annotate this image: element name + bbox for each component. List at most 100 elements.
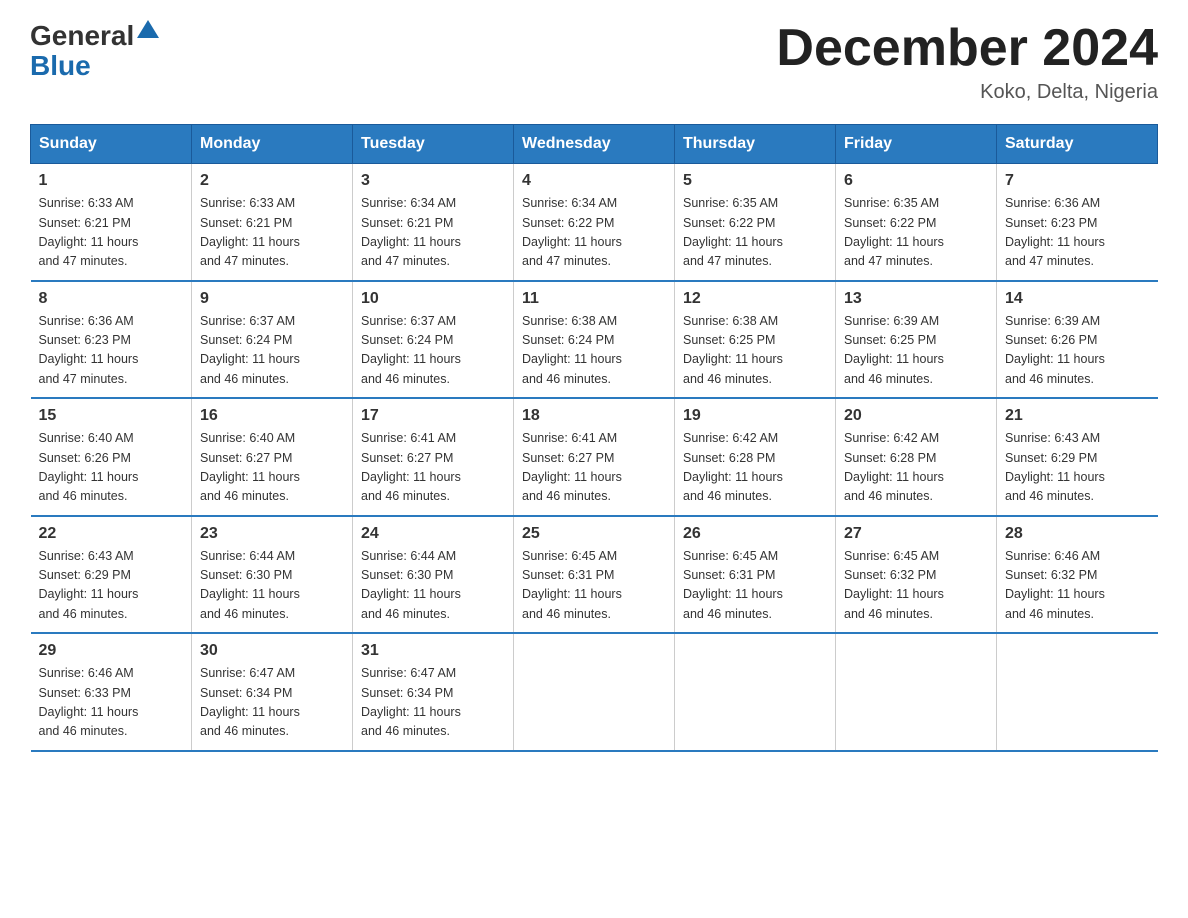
day-info: Sunrise: 6:33 AMSunset: 6:21 PMDaylight:… (39, 194, 184, 272)
day-number: 15 (39, 407, 184, 425)
day-info: Sunrise: 6:39 AMSunset: 6:25 PMDaylight:… (844, 312, 988, 390)
calendar-cell: 23 Sunrise: 6:44 AMSunset: 6:30 PMDayligh… (192, 516, 353, 634)
day-number: 16 (200, 407, 344, 425)
calendar-cell: 8 Sunrise: 6:36 AMSunset: 6:23 PMDaylight… (31, 281, 192, 399)
day-number: 29 (39, 642, 184, 660)
day-number: 13 (844, 290, 988, 308)
day-number: 30 (200, 642, 344, 660)
calendar-cell: 4 Sunrise: 6:34 AMSunset: 6:22 PMDaylight… (514, 164, 675, 281)
week-row-5: 29 Sunrise: 6:46 AMSunset: 6:33 PMDayligh… (31, 633, 1158, 751)
day-info: Sunrise: 6:41 AMSunset: 6:27 PMDaylight:… (522, 429, 666, 507)
page-header: General Blue December 2024 Koko, Delta, … (30, 20, 1158, 104)
calendar-cell: 25Sunrise: 6:45 AMSunset: 6:31 PMDayligh… (514, 516, 675, 634)
day-info: Sunrise: 6:46 AMSunset: 6:33 PMDaylight:… (39, 664, 184, 742)
header-friday: Friday (836, 125, 997, 164)
day-info: Sunrise: 6:41 AMSunset: 6:27 PMDaylight:… (361, 429, 505, 507)
day-info: Sunrise: 6:43 AMSunset: 6:29 PMDaylight:… (1005, 429, 1150, 507)
day-number: 20 (844, 407, 988, 425)
calendar-cell: 12Sunrise: 6:38 AMSunset: 6:25 PMDayligh… (675, 281, 836, 399)
title-section: December 2024 Koko, Delta, Nigeria (776, 20, 1158, 104)
logo-blue-text: Blue (30, 52, 159, 80)
calendar-cell: 31Sunrise: 6:47 AMSunset: 6:34 PMDayligh… (353, 633, 514, 751)
day-info: Sunrise: 6:38 AMSunset: 6:24 PMDaylight:… (522, 312, 666, 390)
calendar-cell: 26 Sunrise: 6:45 AMSunset: 6:31 PMDayligh… (675, 516, 836, 634)
day-number: 7 (1005, 172, 1150, 190)
day-number: 21 (1005, 407, 1150, 425)
calendar-cell: 22Sunrise: 6:43 AMSunset: 6:29 PMDayligh… (31, 516, 192, 634)
month-title: December 2024 (776, 20, 1158, 77)
day-info: Sunrise: 6:45 AMSunset: 6:31 PMDaylight:… (522, 547, 666, 625)
day-info: Sunrise: 6:37 AMSunset: 6:24 PMDaylight:… (361, 312, 505, 390)
day-info: Sunrise: 6:39 AMSunset: 6:26 PMDaylight:… (1005, 312, 1150, 390)
logo: General Blue (30, 20, 159, 80)
day-number: 12 (683, 290, 827, 308)
calendar-cell: 24Sunrise: 6:44 AMSunset: 6:30 PMDayligh… (353, 516, 514, 634)
day-info: Sunrise: 6:43 AMSunset: 6:29 PMDaylight:… (39, 547, 184, 625)
header-saturday: Saturday (997, 125, 1158, 164)
week-row-2: 8 Sunrise: 6:36 AMSunset: 6:23 PMDaylight… (31, 281, 1158, 399)
calendar-cell: 19 Sunrise: 6:42 AMSunset: 6:28 PMDayligh… (675, 398, 836, 516)
day-info: Sunrise: 6:45 AMSunset: 6:32 PMDaylight:… (844, 547, 988, 625)
day-number: 23 (200, 525, 344, 543)
day-number: 11 (522, 290, 666, 308)
calendar-header-row: SundayMondayTuesdayWednesdayThursdayFrid… (31, 125, 1158, 164)
day-info: Sunrise: 6:42 AMSunset: 6:28 PMDaylight:… (844, 429, 988, 507)
header-monday: Monday (192, 125, 353, 164)
day-number: 4 (522, 172, 666, 190)
day-info: Sunrise: 6:33 AMSunset: 6:21 PMDaylight:… (200, 194, 344, 272)
day-info: Sunrise: 6:42 AMSunset: 6:28 PMDaylight:… (683, 429, 827, 507)
day-info: Sunrise: 6:35 AMSunset: 6:22 PMDaylight:… (683, 194, 827, 272)
day-info: Sunrise: 6:34 AMSunset: 6:22 PMDaylight:… (522, 194, 666, 272)
day-number: 2 (200, 172, 344, 190)
calendar-cell: 3 Sunrise: 6:34 AMSunset: 6:21 PMDaylight… (353, 164, 514, 281)
week-row-4: 22Sunrise: 6:43 AMSunset: 6:29 PMDayligh… (31, 516, 1158, 634)
day-number: 31 (361, 642, 505, 660)
day-number: 6 (844, 172, 988, 190)
logo-general-text: General (30, 20, 134, 52)
calendar-cell: 2 Sunrise: 6:33 AMSunset: 6:21 PMDaylight… (192, 164, 353, 281)
day-info: Sunrise: 6:40 AMSunset: 6:26 PMDaylight:… (39, 429, 184, 507)
day-number: 5 (683, 172, 827, 190)
day-info: Sunrise: 6:36 AMSunset: 6:23 PMDaylight:… (39, 312, 184, 390)
day-info: Sunrise: 6:44 AMSunset: 6:30 PMDaylight:… (200, 547, 344, 625)
calendar-cell: 16Sunrise: 6:40 AMSunset: 6:27 PMDayligh… (192, 398, 353, 516)
header-thursday: Thursday (675, 125, 836, 164)
calendar-cell: 28 Sunrise: 6:46 AMSunset: 6:32 PMDayligh… (997, 516, 1158, 634)
header-wednesday: Wednesday (514, 125, 675, 164)
logo-triangle-icon (137, 20, 159, 38)
calendar-cell: 6Sunrise: 6:35 AMSunset: 6:22 PMDaylight… (836, 164, 997, 281)
day-info: Sunrise: 6:47 AMSunset: 6:34 PMDaylight:… (200, 664, 344, 742)
calendar-cell (997, 633, 1158, 751)
day-number: 27 (844, 525, 988, 543)
calendar-cell: 21 Sunrise: 6:43 AMSunset: 6:29 PMDayligh… (997, 398, 1158, 516)
calendar-cell: 27 Sunrise: 6:45 AMSunset: 6:32 PMDayligh… (836, 516, 997, 634)
calendar-cell: 17Sunrise: 6:41 AMSunset: 6:27 PMDayligh… (353, 398, 514, 516)
calendar-cell: 1Sunrise: 6:33 AMSunset: 6:21 PMDaylight… (31, 164, 192, 281)
day-info: Sunrise: 6:45 AMSunset: 6:31 PMDaylight:… (683, 547, 827, 625)
header-sunday: Sunday (31, 125, 192, 164)
day-info: Sunrise: 6:46 AMSunset: 6:32 PMDaylight:… (1005, 547, 1150, 625)
day-info: Sunrise: 6:37 AMSunset: 6:24 PMDaylight:… (200, 312, 344, 390)
location-text: Koko, Delta, Nigeria (776, 81, 1158, 104)
day-number: 3 (361, 172, 505, 190)
calendar-cell (514, 633, 675, 751)
day-number: 10 (361, 290, 505, 308)
day-info: Sunrise: 6:34 AMSunset: 6:21 PMDaylight:… (361, 194, 505, 272)
calendar-cell (675, 633, 836, 751)
calendar-cell: 18Sunrise: 6:41 AMSunset: 6:27 PMDayligh… (514, 398, 675, 516)
calendar-cell: 5 Sunrise: 6:35 AMSunset: 6:22 PMDaylight… (675, 164, 836, 281)
day-info: Sunrise: 6:44 AMSunset: 6:30 PMDaylight:… (361, 547, 505, 625)
day-number: 8 (39, 290, 184, 308)
header-tuesday: Tuesday (353, 125, 514, 164)
calendar-cell: 7Sunrise: 6:36 AMSunset: 6:23 PMDaylight… (997, 164, 1158, 281)
calendar-cell: 11 Sunrise: 6:38 AMSunset: 6:24 PMDayligh… (514, 281, 675, 399)
day-number: 14 (1005, 290, 1150, 308)
day-number: 28 (1005, 525, 1150, 543)
day-number: 26 (683, 525, 827, 543)
calendar-cell: 10 Sunrise: 6:37 AMSunset: 6:24 PMDayligh… (353, 281, 514, 399)
day-number: 19 (683, 407, 827, 425)
week-row-1: 1Sunrise: 6:33 AMSunset: 6:21 PMDaylight… (31, 164, 1158, 281)
day-number: 9 (200, 290, 344, 308)
calendar-cell: 29 Sunrise: 6:46 AMSunset: 6:33 PMDayligh… (31, 633, 192, 751)
calendar-cell: 14 Sunrise: 6:39 AMSunset: 6:26 PMDayligh… (997, 281, 1158, 399)
